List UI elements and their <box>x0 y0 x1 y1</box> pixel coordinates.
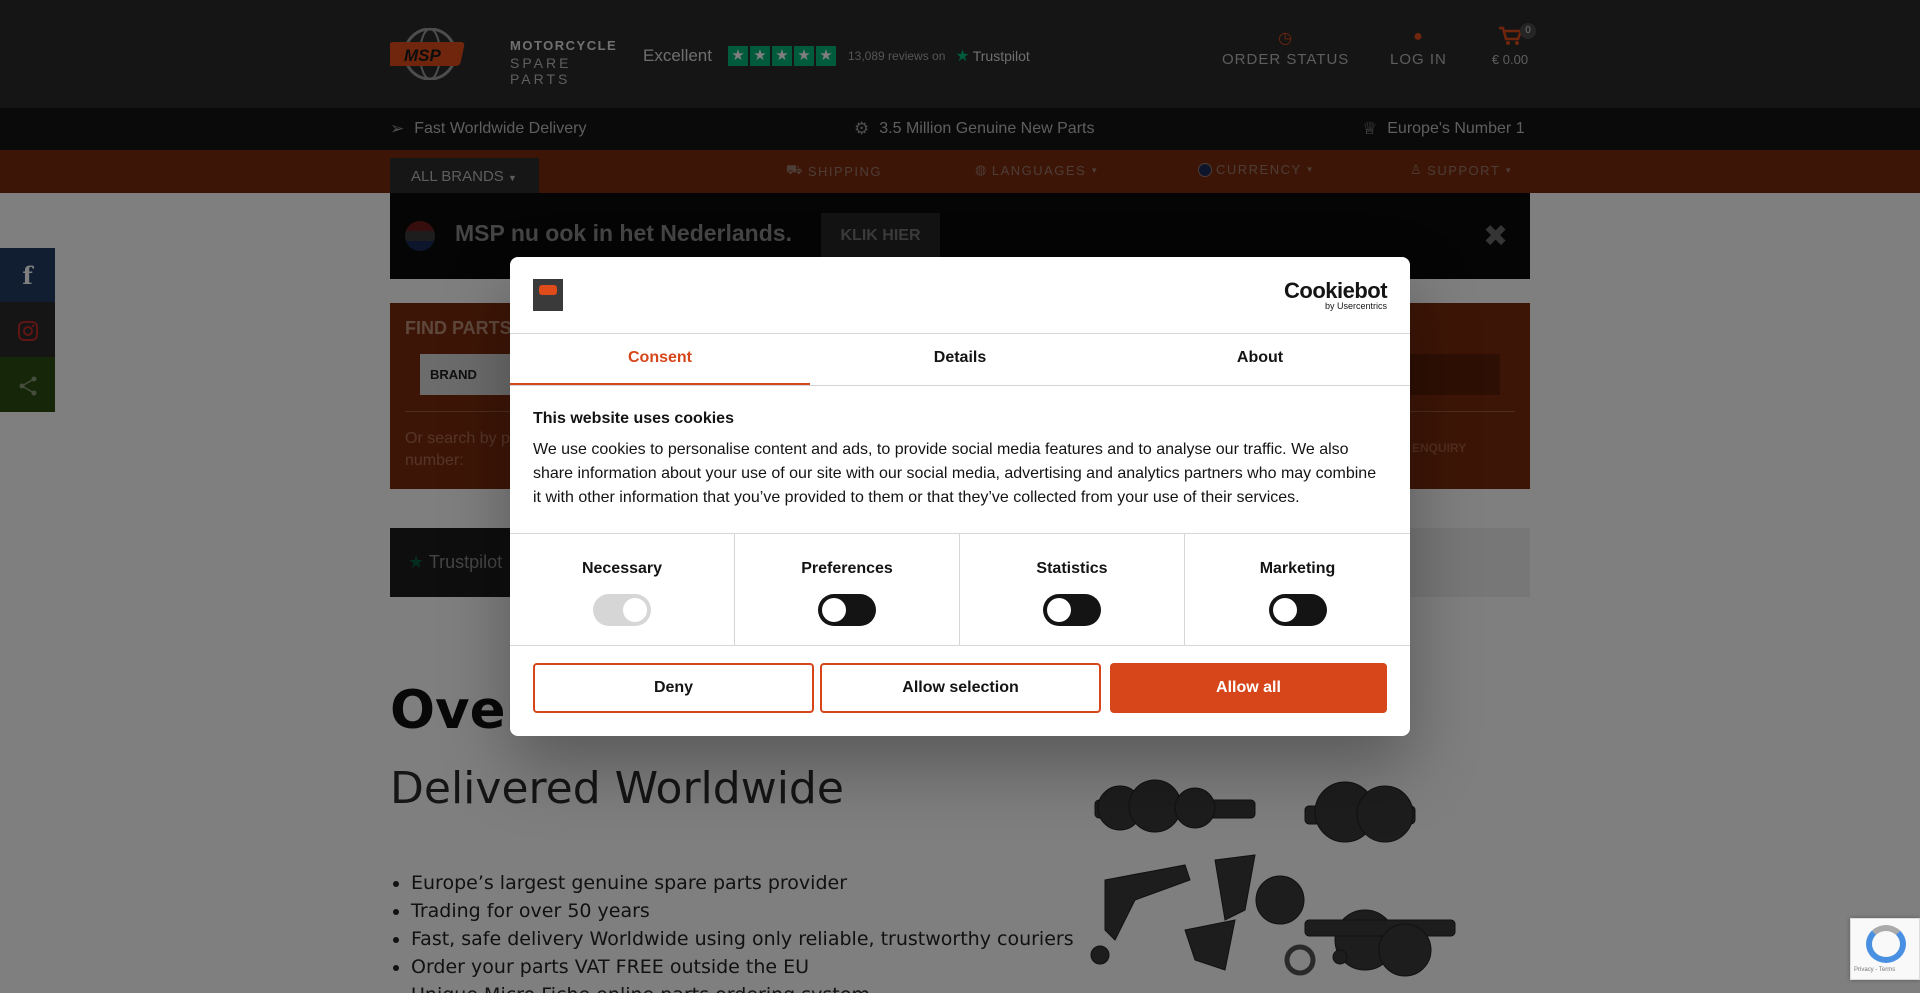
toggle-knob <box>822 598 846 622</box>
tab-consent[interactable]: Consent <box>510 334 810 386</box>
recaptcha-badge[interactable]: Privacy - Terms <box>1850 918 1920 980</box>
cookiebot-logo[interactable]: Cookiebot by Usercentrics <box>1284 278 1388 312</box>
cookie-consent-dialog: Cookiebot by Usercentrics Consent Detail… <box>510 257 1410 736</box>
toggle-knob <box>1272 598 1297 622</box>
allow-all-button[interactable]: Allow all <box>1110 663 1387 713</box>
marketing-toggle[interactable] <box>1268 594 1327 626</box>
toggle-knob <box>1047 598 1071 622</box>
category-label: Marketing <box>1259 560 1336 577</box>
category-necessary: Necessary <box>510 534 735 646</box>
category-label: Necessary <box>581 560 663 577</box>
tab-about[interactable]: About <box>1110 334 1410 386</box>
toggle-knob <box>623 598 647 622</box>
category-label: Preferences <box>801 560 893 577</box>
logo-mark-icon <box>539 285 557 295</box>
dialog-body-text: We use cookies to personalise content an… <box>533 441 1377 506</box>
allow-selection-button[interactable]: Allow selection <box>820 663 1101 713</box>
preferences-toggle[interactable] <box>818 594 876 626</box>
category-marketing: Marketing <box>1185 534 1410 646</box>
recaptcha-text: Privacy - Terms <box>1854 967 1896 973</box>
category-statistics: Statistics <box>960 534 1185 646</box>
consent-categories: Necessary Preferences Statistics Marketi… <box>510 533 1410 646</box>
divider <box>510 385 1410 386</box>
tab-details[interactable]: Details <box>810 334 1110 386</box>
recaptcha-icon <box>1866 925 1906 963</box>
cookiebot-wordmark: Cookiebot <box>1284 278 1388 303</box>
consent-tabs: Consent Details About <box>510 334 1410 386</box>
category-label: Statistics <box>1036 560 1108 577</box>
necessary-toggle <box>593 594 651 626</box>
statistics-toggle[interactable] <box>1043 594 1101 626</box>
deny-button[interactable]: Deny <box>533 663 814 713</box>
site-logo-small <box>533 279 563 311</box>
category-preferences: Preferences <box>735 534 960 646</box>
dialog-heading: This website uses cookies <box>533 410 734 427</box>
